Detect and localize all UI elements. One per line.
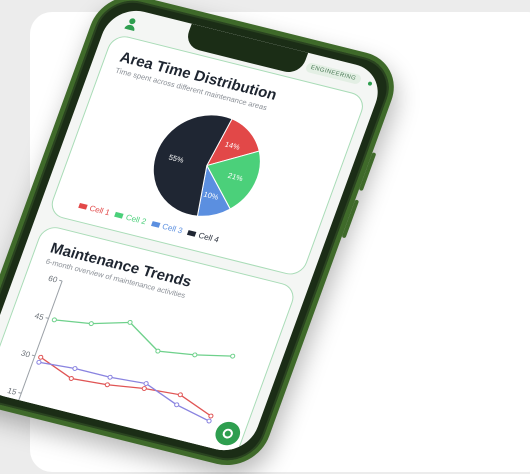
series-point[interactable]	[51, 317, 57, 323]
pie-chart: 14% 21% 10% 55%	[135, 100, 280, 231]
series-point[interactable]	[104, 382, 110, 388]
series-line-1[interactable]	[53, 305, 236, 369]
legend-label: Cell 2	[124, 212, 148, 227]
y-tick	[18, 392, 22, 394]
series-point[interactable]	[72, 366, 78, 371]
y-tick	[59, 279, 63, 282]
series-point[interactable]	[107, 374, 113, 380]
settings-icon	[221, 427, 235, 440]
series-point[interactable]	[141, 386, 147, 391]
y-tick-label: 45	[33, 311, 45, 322]
legend-label: Cell 3	[160, 221, 184, 236]
legend-label: Cell 1	[88, 203, 112, 218]
pie-svg: 14%21%10%55%	[152, 114, 261, 217]
legend-item[interactable]: Cell 1	[78, 201, 112, 218]
y-tick	[31, 354, 36, 357]
user-icon[interactable]	[123, 17, 139, 31]
y-tick-label: 15	[6, 386, 18, 397]
role-badge: ENGINEERING	[304, 61, 363, 85]
y-tick-label: 30	[20, 349, 32, 360]
series-point[interactable]	[36, 359, 42, 365]
legend-swatch	[78, 202, 88, 210]
legend-swatch	[150, 221, 161, 228]
legend-item[interactable]: Cell 2	[114, 210, 148, 227]
series-point[interactable]	[230, 353, 236, 359]
series-line-3[interactable]	[33, 357, 216, 422]
legend-swatch	[114, 212, 125, 219]
series-point[interactable]	[88, 321, 94, 327]
legend-item[interactable]: Cell 4	[187, 228, 221, 245]
y-axis	[16, 280, 63, 406]
y-tick	[45, 317, 49, 319]
legend-label: Cell 4	[197, 230, 221, 245]
legend-swatch	[187, 230, 197, 237]
y-tick-label: 60	[47, 274, 59, 285]
series-point[interactable]	[192, 352, 198, 358]
status-dot	[367, 81, 373, 86]
legend-item[interactable]: Cell 3	[150, 219, 184, 235]
